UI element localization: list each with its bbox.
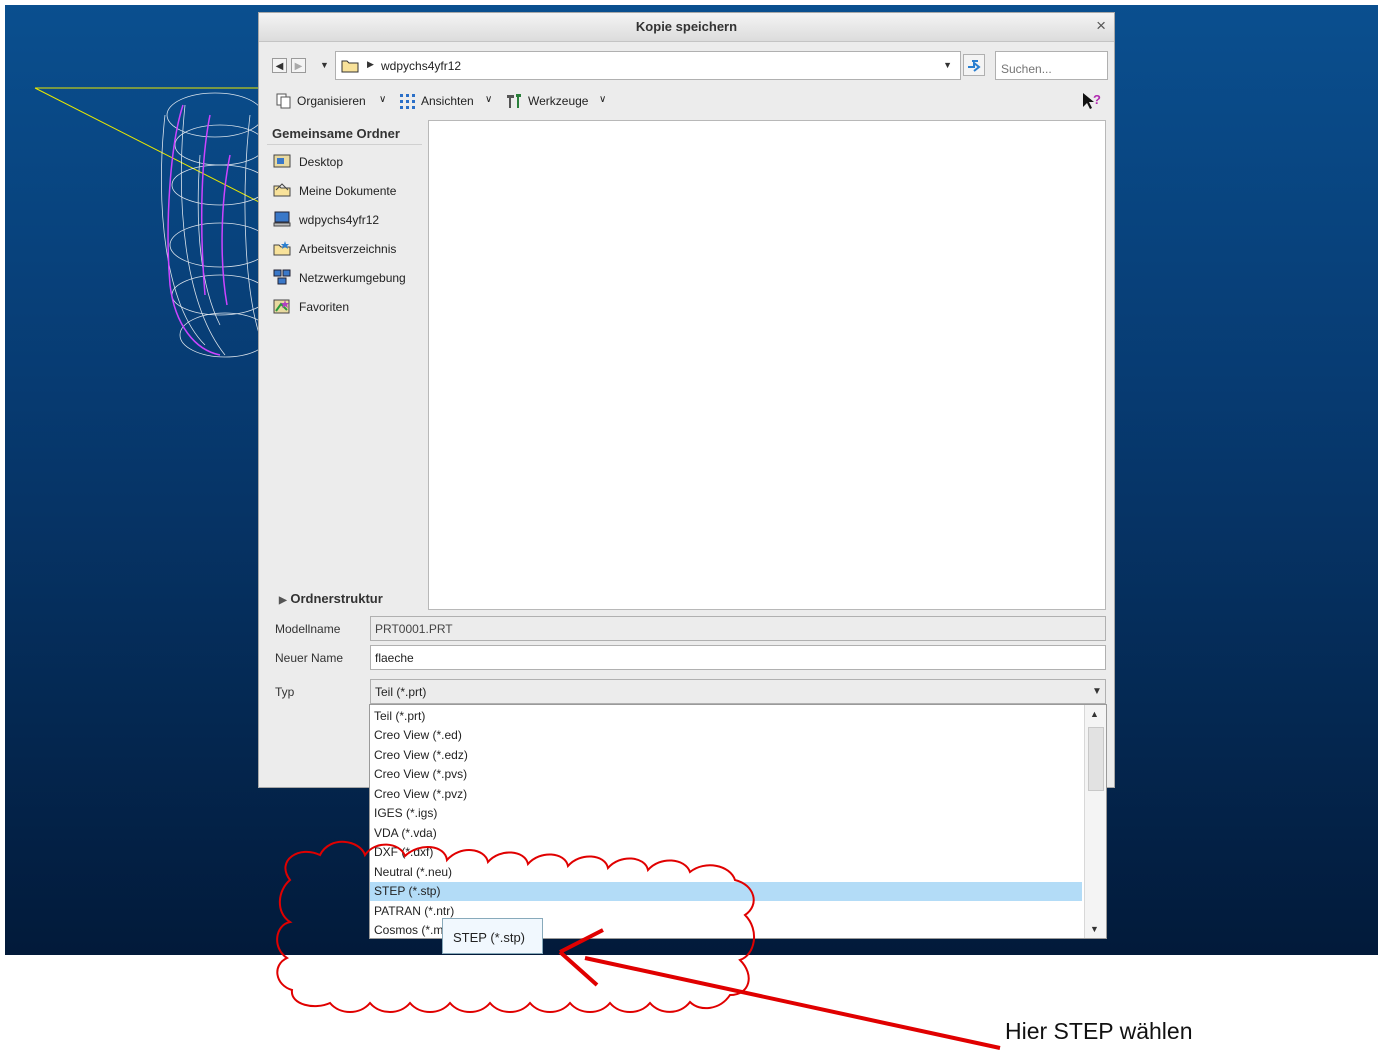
model-name-field: PRT0001.PRT — [370, 616, 1106, 641]
scroll-down-icon[interactable]: ▼ — [1090, 924, 1099, 934]
type-select[interactable]: Teil (*.prt) — [370, 679, 1106, 704]
computer-icon — [273, 211, 291, 227]
views-label: Ansichten — [421, 94, 474, 108]
views-grid-icon — [400, 94, 415, 109]
type-dropdown-list[interactable]: Teil (*.prt) Creo View (*.ed) Creo View … — [369, 704, 1107, 939]
folder-tree-label: Ordnerstruktur — [290, 591, 383, 606]
sidebar-item-label: Meine Dokumente — [299, 184, 397, 198]
scroll-thumb[interactable] — [1088, 727, 1104, 791]
dropdown-option[interactable]: Creo View (*.edz) — [370, 746, 1082, 765]
new-name-label: Neuer Name — [275, 651, 344, 665]
model-name-label: Modellname — [275, 622, 341, 636]
dropdown-option[interactable]: DXF (*.dxf) — [370, 843, 1082, 862]
new-name-input[interactable]: flaeche — [370, 645, 1106, 670]
folder-icon — [341, 60, 359, 73]
save-copy-dialog: Kopie speichern × ◀ ▶ ▼ ▶ wdpychs4yfr12 … — [258, 12, 1115, 788]
instruction-callout: Hier STEP wählen — [1005, 1018, 1193, 1044]
working-folder-icon — [273, 241, 291, 256]
tools-icon — [507, 94, 521, 108]
sidebar-item-label: Arbeitsverzeichnis — [299, 242, 397, 256]
desktop-icon — [273, 154, 291, 168]
dialog-titlebar[interactable]: Kopie speichern × — [259, 13, 1114, 42]
scroll-up-icon[interactable]: ▲ — [1090, 709, 1099, 719]
dropdown-option[interactable]: IGES (*.igs) — [370, 804, 1082, 823]
option-tooltip: STEP (*.stp) — [442, 918, 543, 954]
type-dropdown-arrow-icon[interactable]: ▼ — [1087, 680, 1107, 704]
dropdown-option[interactable]: Creo View (*.pvz) — [370, 785, 1082, 804]
pointer-arrow-shaft — [584, 956, 1001, 1050]
chevron-down-icon: ∨ — [485, 94, 493, 105]
dropdown-option-selected[interactable]: STEP (*.stp) — [370, 882, 1082, 901]
chevron-down-icon: ∨ — [599, 94, 607, 105]
help-icon[interactable]: ? — [1081, 91, 1103, 111]
dropdown-option[interactable]: Neutral (*.neu) — [370, 863, 1082, 882]
address-dropdown-icon[interactable]: ▼ — [943, 60, 952, 70]
organize-label: Organisieren — [297, 94, 366, 108]
refresh-button[interactable] — [963, 54, 985, 76]
datum-line — [34, 87, 265, 206]
back-button[interactable]: ◀ — [272, 58, 287, 73]
close-button[interactable]: × — [1096, 17, 1106, 35]
sidebar-item-label: Netzwerkumgebung — [299, 271, 406, 285]
address-path: wdpychs4yfr12 — [381, 59, 462, 73]
address-bar[interactable]: ▶ wdpychs4yfr12 ▼ — [335, 51, 961, 80]
sidebar-item-label: Desktop — [299, 155, 344, 169]
type-select-value: Teil (*.prt) — [375, 685, 427, 699]
expand-arrow-icon: ▶ — [279, 595, 287, 606]
dropdown-option[interactable]: Creo View (*.pvs) — [370, 765, 1082, 784]
favorites-icon — [273, 299, 290, 314]
sidebar-item-label: wdpychs4yfr12 — [299, 213, 380, 227]
sidebar-heading: Gemeinsame Ordner — [272, 126, 400, 141]
organize-icon — [276, 93, 291, 109]
folder-tree-toggle[interactable]: ▶ Ordnerstruktur — [279, 591, 383, 606]
chevron-down-icon: ∨ — [379, 94, 387, 105]
history-dropdown-icon[interactable]: ▼ — [320, 60, 329, 70]
dropdown-option[interactable]: Teil (*.prt) — [370, 707, 1082, 726]
tools-label: Werkzeuge — [528, 94, 589, 108]
refresh-icon — [968, 60, 981, 72]
svg-text:?: ? — [1093, 92, 1101, 107]
dropdown-option[interactable]: VDA (*.vda) — [370, 824, 1082, 843]
dropdown-option[interactable]: Creo View (*.ed) — [370, 726, 1082, 745]
sidebar-item-label: Favoriten — [299, 300, 350, 314]
search-input[interactable] — [995, 51, 1108, 80]
dropdown-scrollbar[interactable]: ▲ ▼ — [1084, 705, 1106, 938]
breadcrumb-arrow-icon: ▶ — [367, 59, 374, 69]
documents-folder-icon — [273, 183, 291, 197]
dialog-title: Kopie speichern — [635, 19, 738, 34]
wireframe-model — [34, 87, 265, 358]
sidebar-divider — [267, 144, 422, 145]
network-icon — [273, 269, 291, 285]
forward-button[interactable]: ▶ — [291, 58, 306, 73]
type-label: Typ — [275, 685, 295, 699]
file-list[interactable] — [428, 120, 1106, 610]
